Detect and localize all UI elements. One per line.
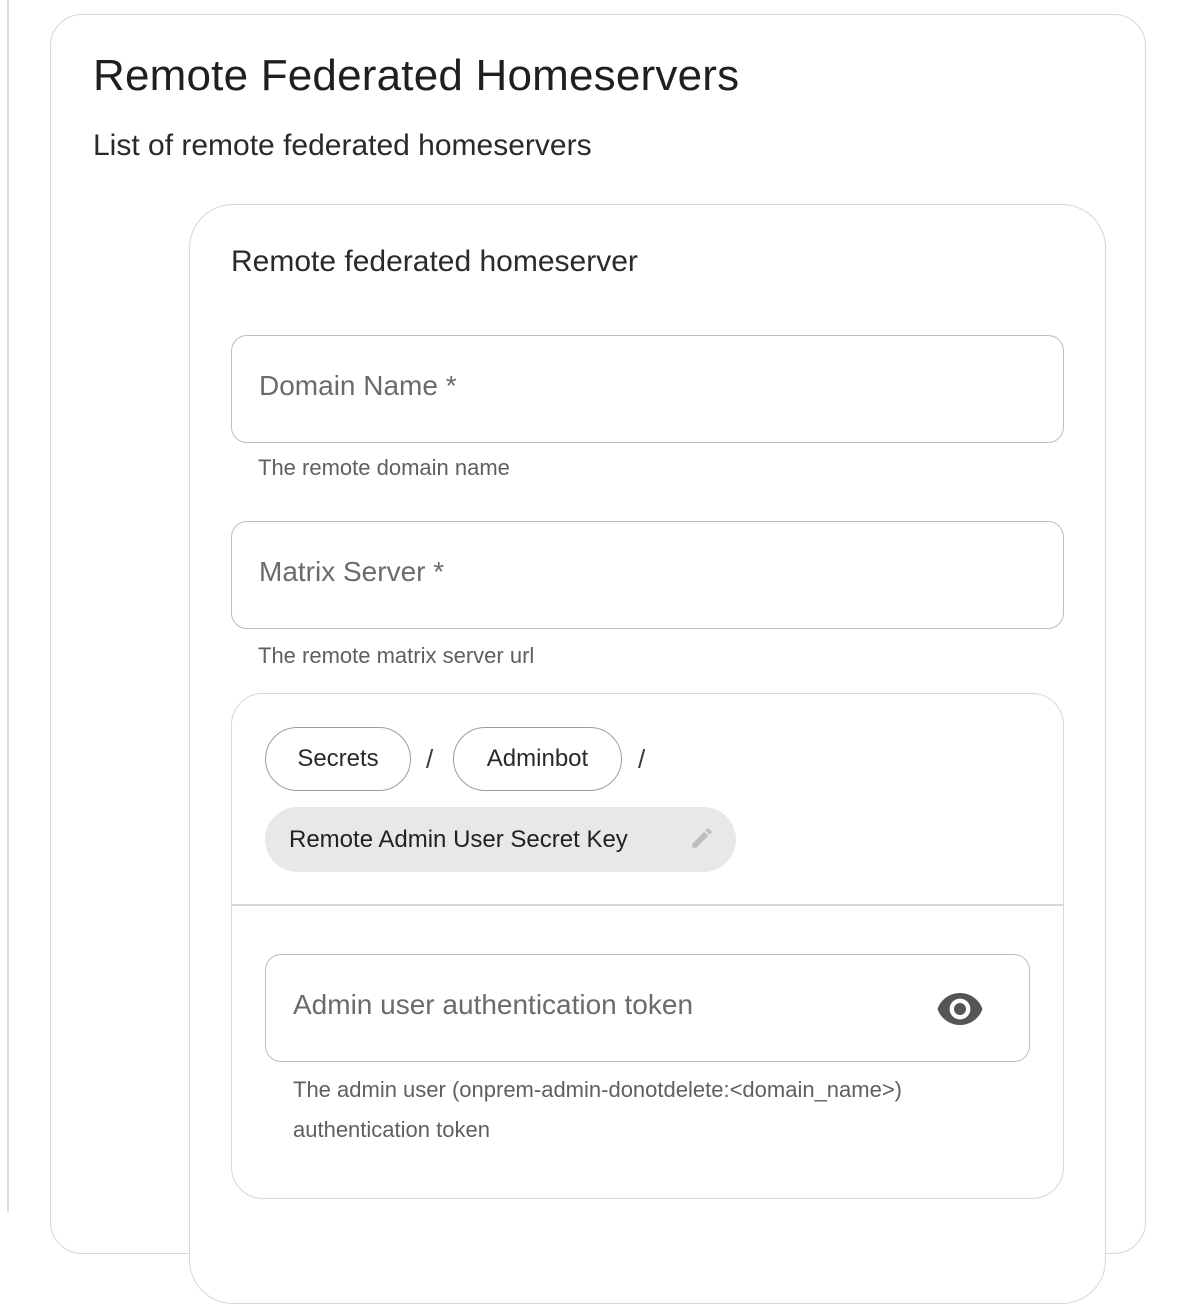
homeserver-title: Remote federated homeserver	[231, 245, 638, 278]
remote-federated-homeservers-card: Remote Federated Homeservers List of rem…	[50, 14, 1146, 1304]
auth-token-label: Admin user authentication token	[293, 989, 694, 1020]
matrix-server-label: Matrix Server *	[259, 556, 445, 587]
left-divider	[7, 0, 9, 1212]
secret-divider	[232, 904, 1063, 906]
eye-icon[interactable]	[936, 991, 984, 1027]
breadcrumb-separator: /	[426, 744, 434, 774]
breadcrumb-separator: /	[638, 744, 646, 774]
matrix-server-field[interactable]: Matrix Server *	[231, 521, 1064, 629]
domain-name-helper: The remote domain name	[258, 455, 510, 480]
secret-key-label: Remote Admin User Secret Key	[289, 825, 628, 853]
auth-token-helper: The admin user (onprem-admin-donotdelete…	[293, 1077, 903, 1142]
auth-token-field[interactable]: Admin user authentication token	[265, 954, 1030, 1062]
secret-key-chip[interactable]: Remote Admin User Secret Key	[265, 807, 736, 872]
domain-name-label: Domain Name *	[259, 370, 457, 401]
breadcrumb-adminbot[interactable]: Adminbot	[453, 727, 622, 791]
section-title: Remote Federated Homeservers	[93, 51, 740, 100]
section-subtitle: List of remote federated homeservers	[93, 129, 592, 162]
secret-card: Secrets / Adminbot / Remote Admin User S…	[231, 693, 1064, 1199]
breadcrumb-secrets[interactable]: Secrets	[265, 727, 411, 791]
matrix-server-helper: The remote matrix server url	[258, 643, 535, 668]
pencil-icon[interactable]	[689, 825, 715, 851]
domain-name-field[interactable]: Domain Name *	[231, 335, 1064, 443]
homeserver-card: Remote federated homeserver Domain Name …	[189, 204, 1106, 1304]
